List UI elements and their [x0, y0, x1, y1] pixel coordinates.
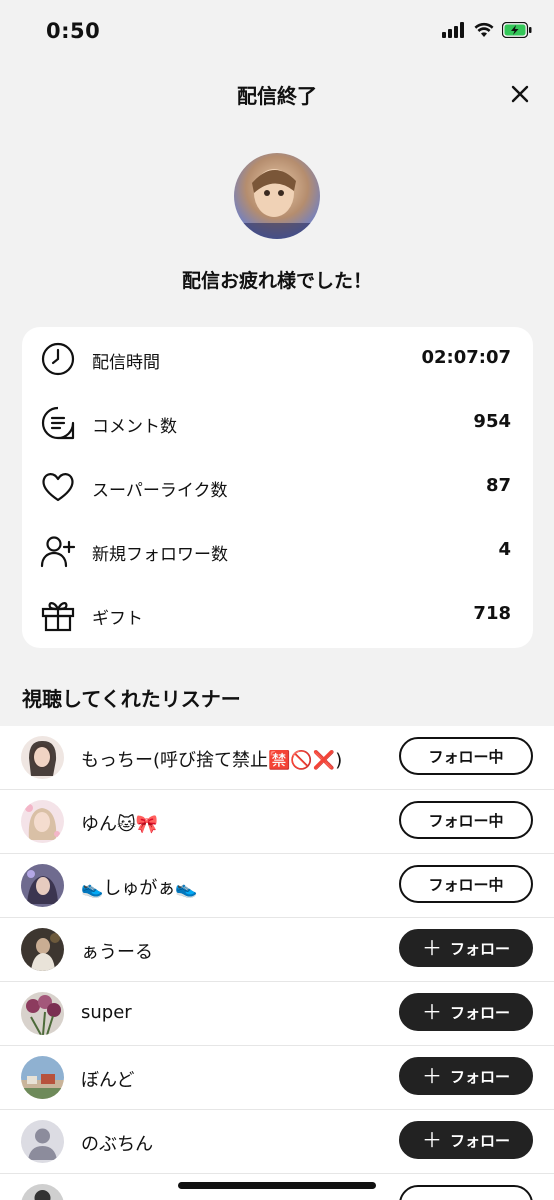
follow-button[interactable]: ＋ フォロー — [399, 929, 533, 967]
status-icons — [442, 22, 532, 38]
listener-avatar[interactable] — [21, 928, 64, 971]
listener-name: ぁうーる — [81, 942, 153, 963]
stat-label: 新規フォロワー数 — [92, 545, 228, 565]
stat-label: コメント数 — [92, 417, 177, 437]
stat-label: 配信時間 — [92, 353, 160, 373]
stats-card: 配信時間 02:07:07 コメント数 954 スーパーライク数 87 新規フォ… — [22, 327, 533, 648]
listener-row[interactable]: ゆん🐱🎀 フォロー中 — [0, 790, 554, 854]
close-icon[interactable] — [508, 82, 532, 106]
stat-value: 02:07:07 — [421, 347, 511, 368]
clock-icon — [41, 342, 75, 376]
following-button-label: フォロー中 — [428, 811, 504, 830]
listener-name: もっちー(呼び捨て禁止🈲🚫❌) — [81, 750, 343, 771]
following-button-label: フォロー中 — [428, 747, 504, 766]
listener-row[interactable]: ぁうーる ＋ フォロー — [0, 918, 554, 982]
stat-value: 718 — [473, 603, 511, 624]
add-user-icon — [40, 536, 76, 568]
plus-icon: ＋ — [421, 1128, 442, 1152]
stat-row-duration: 配信時間 02:07:07 — [22, 327, 533, 391]
listener-list: もっちー(呼び捨て禁止🈲🚫❌) フォロー中 ゆん🐱🎀 フォロー中 👟しゅがぁ👟 … — [0, 726, 554, 1200]
listener-name: のぶちん — [81, 1134, 154, 1155]
listener-name: 👟しゅがぁ👟 — [81, 878, 198, 899]
listener-avatar[interactable] — [21, 736, 64, 779]
stat-value: 954 — [473, 411, 511, 432]
listener-avatar[interactable] — [21, 1120, 64, 1163]
follow-button[interactable]: ＋ フォロー — [399, 1121, 533, 1159]
stat-label: スーパーライク数 — [92, 481, 228, 501]
listener-row[interactable]: 👟しゅがぁ👟 フォロー中 — [0, 854, 554, 918]
stat-label: ギフト — [92, 609, 143, 629]
heart-icon — [42, 473, 74, 502]
listener-avatar[interactable] — [21, 1184, 64, 1200]
stat-value: 87 — [485, 475, 511, 496]
home-indicator — [178, 1182, 376, 1189]
comment-icon — [41, 406, 75, 440]
status-bar: 0:50 — [0, 0, 554, 62]
follow-button-label: フォロー — [449, 1131, 510, 1150]
listener-row[interactable]: ぼんど ＋ フォロー — [0, 1046, 554, 1110]
follow-button[interactable]: ＋ フォロー — [399, 1057, 533, 1095]
listener-avatar[interactable] — [21, 800, 64, 843]
host-avatar — [234, 153, 320, 239]
listener-row[interactable]: のぶちん ＋ フォロー — [0, 1110, 554, 1174]
following-button[interactable] — [399, 1185, 533, 1200]
stat-row-comments: コメント数 954 — [22, 391, 533, 455]
stat-value: 4 — [498, 539, 511, 560]
listeners-section-title: 視聴してくれたリスナー — [22, 687, 241, 711]
follow-button-label: フォロー — [449, 1003, 510, 1022]
listener-name: ゆん🐱🎀 — [81, 814, 159, 835]
page-title: 配信終了 — [237, 84, 317, 108]
stat-row-new-followers: 新規フォロワー数 4 — [22, 519, 533, 583]
following-button[interactable]: フォロー中 — [399, 801, 533, 839]
listener-row[interactable]: もっちー(呼び捨て禁止🈲🚫❌) フォロー中 — [0, 726, 554, 790]
listener-avatar[interactable] — [21, 864, 64, 907]
plus-icon: ＋ — [421, 1064, 442, 1088]
follow-button-label: フォロー — [449, 1067, 510, 1086]
plus-icon: ＋ — [421, 1000, 442, 1024]
header: 配信終了 — [0, 62, 554, 126]
thanks-message: 配信お疲れ様でした！ — [181, 270, 372, 292]
listener-name: super — [81, 1002, 132, 1023]
stat-row-superlikes: スーパーライク数 87 — [22, 455, 533, 519]
listener-row[interactable]: super ＋ フォロー — [0, 982, 554, 1046]
following-button[interactable]: フォロー中 — [399, 865, 533, 903]
signal-icon — [442, 22, 464, 38]
follow-button[interactable]: ＋ フォロー — [399, 993, 533, 1031]
listener-avatar[interactable] — [21, 992, 64, 1035]
stat-row-gifts: ギフト 718 — [22, 583, 533, 647]
battery-icon — [502, 22, 532, 38]
plus-icon: ＋ — [421, 936, 442, 960]
listener-name: ぼんど — [81, 1070, 135, 1091]
following-button[interactable]: フォロー中 — [399, 737, 533, 775]
wifi-icon — [474, 22, 494, 37]
follow-button-label: フォロー — [449, 939, 510, 958]
listener-avatar[interactable] — [21, 1056, 64, 1099]
status-time: 0:50 — [46, 19, 101, 43]
gift-icon — [41, 602, 75, 632]
following-button-label: フォロー中 — [428, 875, 504, 894]
